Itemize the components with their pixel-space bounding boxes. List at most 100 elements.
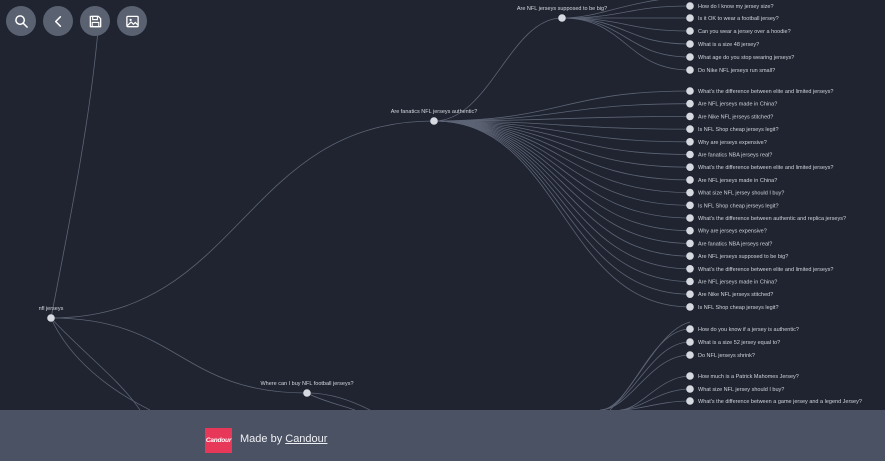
leaf-label: How do I know my jersey size? [698,4,774,10]
leaf-node[interactable] [686,176,694,184]
export-image-button[interactable] [117,6,147,36]
leaf-label: Is NFL Shop cheap jerseys legit? [698,305,779,311]
leaf-node[interactable] [686,201,694,210]
tree-link [433,120,691,219]
leaf-label: Are NFL jerseys made in China? [698,178,777,184]
leaf-label: How do you know if a jersey is authentic… [698,327,799,333]
question-tree: nfl jerseys Are NFL jerseys supposed to b… [39,0,862,410]
leaf-label: Why are jerseys expensive? [698,140,767,146]
leaf-label: Are fanatics NBA jerseys real? [698,153,772,159]
leaf-label: What is a size 48 jersey? [698,42,759,48]
leaf-node[interactable] [686,303,694,311]
leaf-label: What's the difference between a game jer… [698,399,862,405]
footer [0,410,885,461]
leaf-label: What's the difference between elite and … [698,267,833,273]
leaf-node[interactable] [686,351,694,359]
tree-link [433,120,691,308]
search-button[interactable] [6,6,36,36]
mind-map-canvas[interactable]: nfl jerseys Are NFL jerseys supposed to b… [0,0,885,410]
leaf-node[interactable] [686,87,694,95]
leaf-label: What's the difference between elite and … [698,89,833,95]
tree-link [561,17,691,71]
save-button[interactable] [80,6,110,36]
tree-link [50,317,141,410]
leaf-node[interactable] [686,53,694,61]
save-icon [89,15,101,27]
leaf-node[interactable] [686,125,694,133]
branch-node-where-buy[interactable] [303,389,311,397]
leaf-node[interactable] [686,99,694,108]
leaf-label: Do Nike NFL jerseys run small? [698,68,775,74]
tree-link [433,120,691,282]
tree-link [433,120,691,270]
image-icon [125,15,139,27]
candour-link[interactable]: Candour [285,433,327,445]
tree-link [433,120,691,295]
leaf-node[interactable] [686,14,694,22]
tree-link [433,17,563,122]
leaf-label: What size NFL jersey should I buy? [698,387,784,393]
leaf-node[interactable] [686,66,694,74]
leaf-node[interactable] [686,290,694,299]
leaf-node[interactable] [686,138,694,146]
leaf-label: How much is a Patrick Mahomes Jersey? [698,374,799,380]
leaf-node[interactable] [686,150,694,159]
branch-label: Where can I buy NFL football jerseys? [260,381,353,387]
root-node[interactable] [47,314,55,322]
leaf-node[interactable] [686,214,694,222]
leaf-label: Are NFL jerseys made in China? [698,102,777,108]
leaf-label: What is a size 52 jersey equal to? [698,340,780,346]
branch-label: Are fanatics NFL jerseys authentic? [391,109,478,115]
leaf-label: What size NFL jersey should I buy? [698,191,784,197]
tree-link [433,120,691,206]
leaf-node[interactable] [686,277,694,286]
leaf-label: Can you wear a jersey over a hoodie? [698,29,791,35]
leaf-node[interactable] [686,226,694,235]
leaf-label: What's the difference between authentic … [698,216,846,222]
leaf-node[interactable] [686,325,694,333]
tree-link [561,17,691,58]
search-icon [14,14,28,28]
leaf-node[interactable] [686,385,694,393]
leaf-label: What age do you stop wearing jerseys? [698,55,794,61]
leaf-node[interactable] [686,252,694,260]
leaf-label: Are Nike NFL jerseys stitched? [698,292,773,298]
leaf-label: Are Nike NFL jerseys stitched? [698,114,773,120]
chevron-left-icon [54,15,61,27]
tree-link [50,120,435,319]
branch-node-fanatics[interactable] [430,117,438,125]
branch-label: Are NFL jerseys supposed to be big? [517,6,607,12]
root-label: nfl jerseys [39,306,64,312]
leaf-node[interactable] [686,188,694,197]
tree-link [306,392,371,410]
tree-link [50,317,151,410]
leaf-label: Is NFL Shop cheap jerseys legit? [698,203,779,209]
tree-link [561,17,691,45]
leaf-node[interactable] [686,163,694,171]
made-by-credit: Made by Candour [240,433,327,445]
toolbar [6,6,147,36]
leaf-label: What's the difference between elite and … [698,165,833,171]
made-by-text: Made by [240,433,286,445]
leaf-label: Are fanatics NBA jerseys real? [698,241,772,247]
leaf-node[interactable] [686,397,694,405]
tree-link [599,341,691,410]
leaf-label: Is it OK to wear a football jersey? [698,16,779,22]
leaf-label: Is NFL Shop cheap jerseys legit? [698,127,779,133]
leaf-label: Do NFL jerseys shrink? [698,353,755,359]
leaf-node[interactable] [686,2,694,10]
tree-link [433,120,691,181]
leaf-node[interactable] [686,265,694,273]
leaf-node[interactable] [686,372,694,380]
leaf-node[interactable] [686,40,694,48]
back-button[interactable] [43,6,73,36]
leaf-node[interactable] [686,338,694,346]
leaf-node[interactable] [686,239,694,248]
candour-logo[interactable]: Candour [205,428,232,453]
leaf-label: Are NFL jerseys made in China? [698,280,777,286]
tree-link [433,120,691,244]
leaf-node[interactable] [686,112,694,121]
branch-node-supposed-big[interactable] [558,14,566,22]
leaf-node[interactable] [686,27,694,35]
leaf-label: Are NFL jerseys supposed to be big? [698,254,788,260]
